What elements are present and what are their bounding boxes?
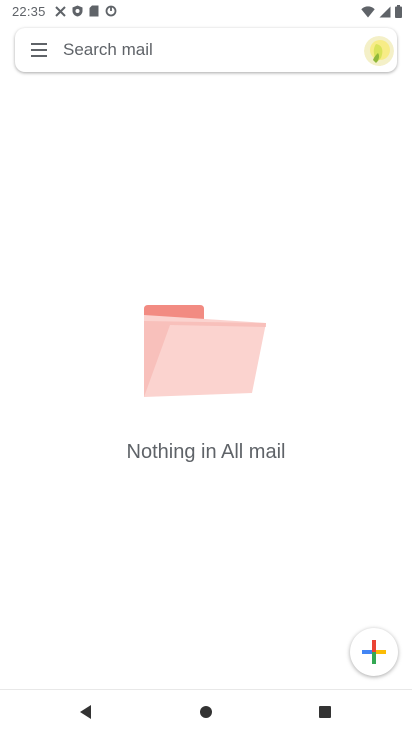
plus-icon [362, 640, 386, 664]
missed-call-icon [55, 5, 66, 17]
status-left-icons [55, 5, 117, 17]
menu-button[interactable] [28, 40, 50, 60]
menu-icon [31, 43, 47, 57]
search-bar[interactable]: Search mail [15, 28, 397, 72]
home-button[interactable] [194, 700, 218, 724]
shield-icon [72, 5, 83, 17]
empty-state-message: Nothing in All mail [126, 441, 286, 463]
folder-icon [144, 305, 266, 397]
back-button[interactable] [74, 700, 98, 724]
status-time: 22:35 [12, 4, 46, 19]
compose-button[interactable] [350, 628, 398, 676]
sync-icon [105, 5, 117, 17]
home-icon [200, 706, 212, 718]
recents-button[interactable] [313, 700, 337, 724]
signal-icon [379, 6, 391, 17]
status-bar: 22:35 [0, 0, 412, 24]
account-avatar[interactable] [364, 36, 394, 66]
search-input[interactable]: Search mail [63, 40, 153, 60]
status-right-icons [361, 5, 402, 18]
wifi-icon [361, 5, 375, 17]
sd-card-icon [89, 5, 99, 17]
recents-icon [319, 706, 331, 718]
battery-icon [395, 5, 402, 18]
back-icon [80, 705, 91, 719]
navigation-bar [0, 689, 412, 733]
